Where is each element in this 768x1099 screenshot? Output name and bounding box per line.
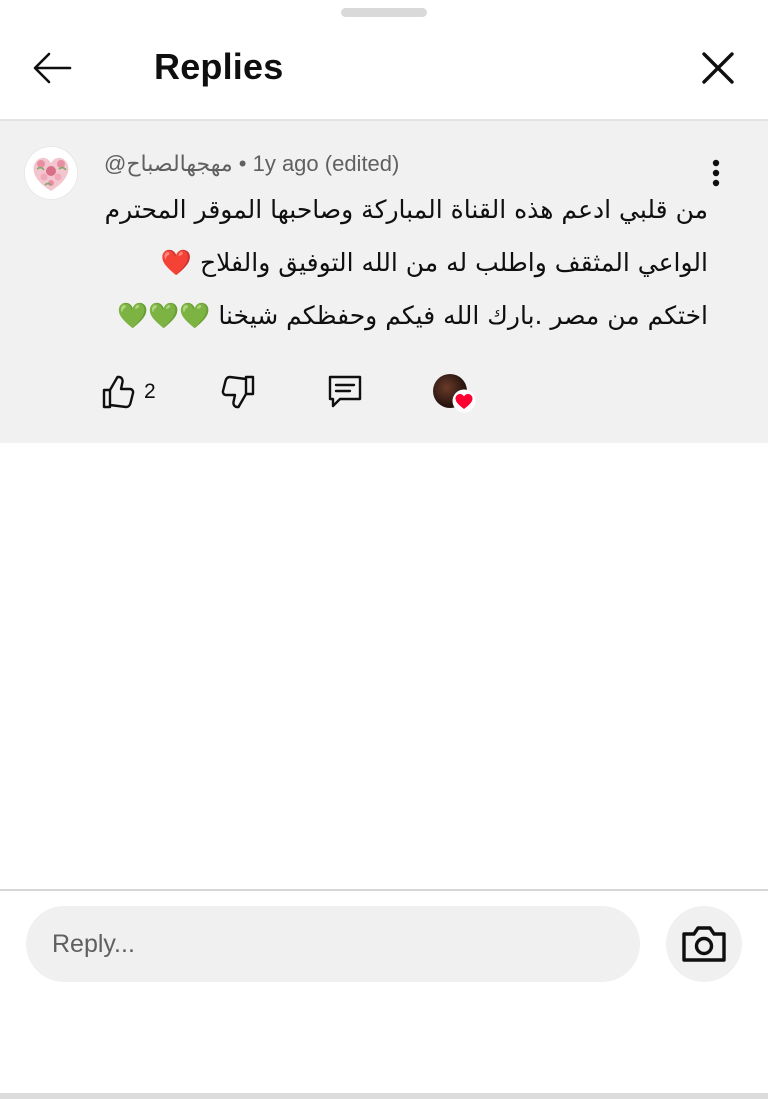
meta-separator: • bbox=[238, 151, 247, 176]
sheet-drag-handle[interactable] bbox=[341, 8, 427, 17]
page-title: Replies bbox=[154, 46, 284, 87]
more-vert-icon bbox=[712, 159, 720, 187]
comment-icon bbox=[328, 375, 362, 408]
like-button[interactable]: 2 bbox=[100, 369, 156, 415]
creator-heart bbox=[430, 369, 478, 415]
close-icon bbox=[702, 52, 734, 84]
creator-heart-icon bbox=[452, 389, 476, 413]
back-button[interactable] bbox=[22, 42, 82, 94]
author-handle[interactable]: @مهجهالصباح bbox=[104, 151, 233, 176]
reply-button[interactable] bbox=[326, 369, 364, 415]
comment-meta: @مهجهالصباح • 1y ago (edited) bbox=[104, 151, 399, 177]
comment-timestamp: 1y ago (edited) bbox=[252, 151, 400, 176]
camera-icon bbox=[682, 926, 726, 962]
bottom-bar bbox=[0, 1093, 768, 1099]
avatar[interactable] bbox=[25, 147, 77, 199]
reply-bar-divider bbox=[0, 889, 768, 891]
like-count: 2 bbox=[144, 380, 156, 403]
thumbs-down-icon bbox=[221, 375, 255, 409]
back-arrow-icon bbox=[33, 52, 72, 84]
camera-button[interactable] bbox=[666, 906, 742, 982]
thumbs-up-icon bbox=[102, 375, 135, 409]
avatar-flower-icon bbox=[25, 147, 77, 199]
reply-input[interactable] bbox=[26, 906, 640, 982]
comment-text: من قلبي ادعم هذه القناة المباركة وصاحبها… bbox=[104, 195, 708, 330]
comment: @مهجهالصباح • 1y ago (edited) من قلبي اد… bbox=[0, 121, 768, 443]
comment-actions: 2 bbox=[100, 369, 500, 415]
dislike-button[interactable] bbox=[220, 369, 256, 415]
close-button[interactable] bbox=[690, 42, 746, 94]
header: Replies bbox=[0, 20, 768, 120]
